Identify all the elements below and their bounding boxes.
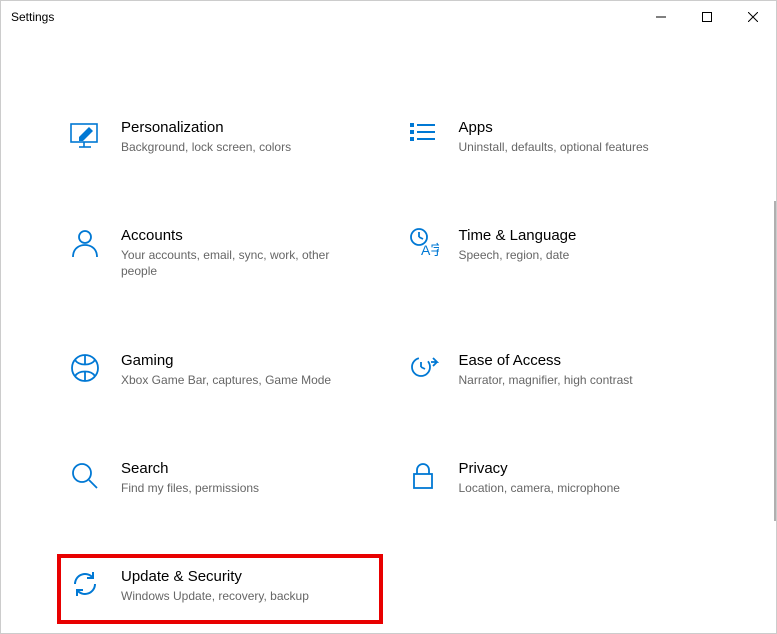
category-title: Time & Language — [459, 227, 701, 244]
category-title: Apps — [459, 119, 701, 136]
category-title: Ease of Access — [459, 352, 701, 369]
privacy-icon — [405, 460, 441, 492]
ease-of-access-icon — [405, 352, 441, 384]
personalization-icon — [67, 119, 103, 151]
update-security-icon — [67, 568, 103, 600]
time-language-icon — [405, 227, 441, 259]
accounts-icon — [67, 227, 103, 259]
gaming-icon — [67, 352, 103, 384]
scrollbar[interactable] — [772, 201, 776, 633]
category-description: Find my files, permissions — [121, 480, 363, 496]
category-description: Narrator, magnifier, high contrast — [459, 372, 701, 388]
category-accounts[interactable]: Accounts Your accounts, email, sync, work… — [61, 221, 379, 285]
titlebar: Settings — [1, 1, 776, 33]
close-button[interactable] — [730, 1, 776, 33]
minimize-button[interactable] — [638, 1, 684, 33]
category-update-security[interactable]: Update & Security Windows Update, recover… — [57, 554, 383, 624]
category-description: Background, lock screen, colors — [121, 139, 363, 155]
category-description: Location, camera, microphone — [459, 480, 701, 496]
category-personalization[interactable]: Personalization Background, lock screen, … — [61, 113, 379, 161]
category-description: Uninstall, defaults, optional features — [459, 139, 701, 155]
category-privacy[interactable]: Privacy Location, camera, microphone — [399, 454, 717, 502]
category-title: Accounts — [121, 227, 363, 244]
settings-content: Personalization Background, lock screen, … — [1, 33, 776, 610]
category-time-language[interactable]: Time & Language Speech, region, date — [399, 221, 717, 285]
category-title: Gaming — [121, 352, 363, 369]
category-ease-of-access[interactable]: Ease of Access Narrator, magnifier, high … — [399, 346, 717, 394]
category-title: Personalization — [121, 119, 363, 136]
category-apps[interactable]: Apps Uninstall, defaults, optional featur… — [399, 113, 717, 161]
category-title: Search — [121, 460, 363, 477]
category-description: Xbox Game Bar, captures, Game Mode — [121, 372, 363, 388]
category-title: Privacy — [459, 460, 701, 477]
window-controls — [638, 1, 776, 33]
scrollbar-thumb[interactable] — [774, 201, 776, 521]
maximize-button[interactable] — [684, 1, 730, 33]
category-description: Speech, region, date — [459, 247, 701, 263]
apps-icon — [405, 119, 441, 151]
search-icon — [67, 460, 103, 492]
category-search[interactable]: Search Find my files, permissions — [61, 454, 379, 502]
window-title: Settings — [11, 10, 54, 24]
category-description: Windows Update, recovery, backup — [121, 588, 363, 604]
category-description: Your accounts, email, sync, work, other … — [121, 247, 363, 279]
category-gaming[interactable]: Gaming Xbox Game Bar, captures, Game Mode — [61, 346, 379, 394]
category-title: Update & Security — [121, 568, 363, 585]
